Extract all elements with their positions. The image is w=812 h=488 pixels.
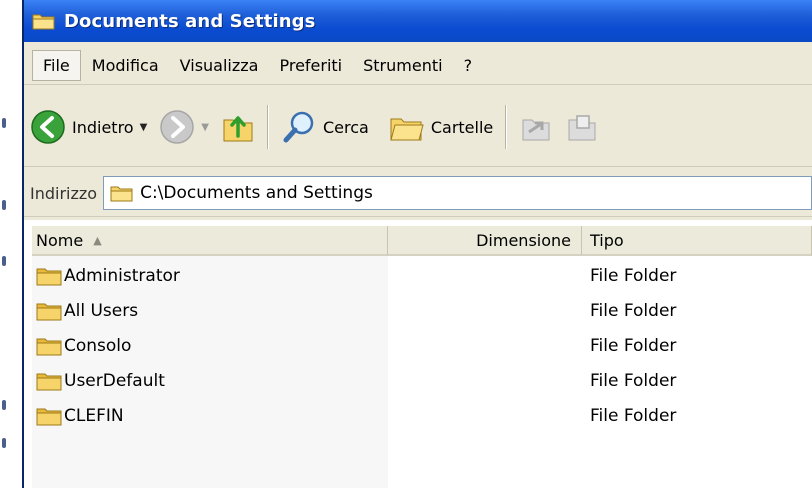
column-header-name[interactable]: Nome ▲	[32, 226, 388, 256]
menu-strumenti[interactable]: Strumenti	[353, 51, 452, 80]
folder-icon	[36, 338, 62, 355]
toolbar: Indietro ▼ ▼ Cerca Cartelle	[24, 88, 812, 167]
background-mark	[2, 118, 6, 128]
list-item[interactable]: Consolo File Folder	[32, 328, 812, 363]
file-type: File Folder	[590, 370, 677, 391]
column-type-label: Tipo	[590, 230, 624, 250]
file-type: File Folder	[590, 335, 677, 356]
folder-icon	[36, 303, 62, 320]
back-icon	[31, 110, 65, 144]
back-dropdown-icon[interactable]: ▼	[140, 122, 148, 133]
file-type: File Folder	[590, 300, 677, 321]
file-name: All Users	[64, 300, 139, 321]
menu-preferiti[interactable]: Preferiti	[269, 51, 352, 80]
column-size-label: Dimensione	[476, 230, 571, 250]
menu-help[interactable]: ?	[454, 51, 483, 80]
search-button[interactable]: Cerca	[275, 101, 375, 153]
folder-icon	[32, 14, 55, 30]
copy-to-button[interactable]	[559, 101, 605, 153]
menu-visualizza[interactable]: Visualizza	[170, 51, 269, 80]
desktop-background	[0, 0, 22, 488]
column-name-label: Nome	[36, 230, 84, 250]
list-item[interactable]: CLEFIN File Folder	[32, 398, 812, 433]
address-bar: Indirizzo C:\Documents and Settings	[24, 170, 812, 217]
address-field[interactable]: C:\Documents and Settings	[103, 176, 812, 210]
folders-button[interactable]: Cartelle	[383, 101, 499, 153]
file-type: File Folder	[590, 405, 677, 426]
move-to-button[interactable]	[513, 101, 559, 153]
file-list: Nome ▲ Dimensione Tipo Administrator Fil…	[24, 220, 812, 488]
file-name: UserDefault	[64, 370, 165, 391]
menu-bar: File Modifica Visualizza Preferiti Strum…	[24, 46, 812, 85]
back-label: Indietro	[72, 117, 134, 137]
address-value: C:\Documents and Settings	[140, 183, 373, 203]
folder-icon	[36, 408, 62, 425]
column-header-type[interactable]: Tipo	[582, 226, 812, 256]
move-to-icon	[522, 119, 550, 141]
forward-button[interactable]: ▼	[153, 101, 215, 153]
window-title: Documents and Settings	[64, 10, 316, 32]
list-item[interactable]: All Users File Folder	[32, 293, 812, 328]
background-mark	[2, 400, 6, 410]
menu-file[interactable]: File	[32, 49, 81, 81]
folder-icon	[110, 186, 133, 202]
folder-icon	[36, 268, 62, 285]
folders-label: Cartelle	[430, 117, 494, 137]
toolbar-separator	[505, 105, 508, 149]
folders-icon	[390, 118, 424, 141]
copy-to-icon	[568, 115, 596, 141]
address-label: Indirizzo	[30, 183, 98, 203]
background-mark	[2, 438, 6, 448]
folder-icon	[36, 373, 62, 390]
file-type: File Folder	[590, 265, 677, 286]
search-icon	[283, 111, 314, 143]
forward-dropdown-icon[interactable]: ▼	[201, 122, 209, 133]
file-name: Consolo	[64, 335, 132, 356]
up-button[interactable]	[215, 101, 261, 153]
sort-ascending-icon: ▲	[93, 233, 102, 247]
forward-icon	[160, 110, 195, 144]
explorer-window: Documents and Settings File Modifica Vis…	[22, 0, 812, 488]
back-button[interactable]: Indietro ▼	[24, 101, 153, 153]
background-mark	[2, 200, 6, 210]
search-label: Cerca	[323, 117, 369, 137]
title-bar[interactable]: Documents and Settings	[24, 0, 812, 42]
up-folder-icon	[223, 116, 253, 142]
menu-modifica[interactable]: Modifica	[82, 51, 169, 80]
file-name: CLEFIN	[64, 405, 124, 426]
list-item[interactable]: Administrator File Folder	[32, 258, 812, 293]
column-header-size[interactable]: Dimensione	[388, 226, 582, 256]
list-item[interactable]: UserDefault File Folder	[32, 363, 812, 398]
file-name: Administrator	[64, 265, 180, 286]
background-mark	[2, 256, 6, 266]
toolbar-separator	[267, 105, 269, 149]
file-rows: Administrator File Folder All Users File…	[32, 258, 812, 433]
